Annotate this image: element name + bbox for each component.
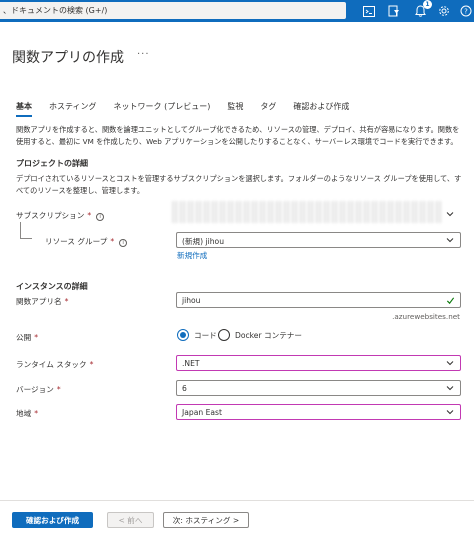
app-name-value: jihou [182, 296, 201, 305]
region-label-text: 地域 [16, 409, 32, 418]
version-value: 6 [182, 384, 187, 393]
tab-monitoring[interactable]: 監視 [227, 101, 243, 115]
page-title: 関数アプリの作成 [12, 50, 124, 66]
radio-selected-icon [177, 329, 189, 341]
domain-suffix: .azurewebsites.net [392, 312, 460, 321]
function-app-name-input[interactable]: jihou [176, 292, 461, 308]
resource-group-label: リソース グループ * i [45, 236, 128, 247]
directory-filter-icon[interactable] [386, 3, 402, 19]
required-marker: * [64, 297, 69, 306]
wizard-footer: 確認および作成 < 前へ 次: ホスティング > [0, 500, 474, 534]
runtime-stack-select[interactable]: .NET [176, 355, 461, 371]
chevron-down-icon [446, 386, 454, 391]
required-marker: * [56, 385, 61, 394]
app-name-label-text: 関数アプリ名 [16, 297, 62, 306]
svg-text:?: ? [464, 8, 468, 16]
resource-group-select[interactable]: (新規) jihou [176, 232, 461, 248]
intro-description: 関数アプリを作成すると、関数を論理ユニットとしてグループ化できるため、リソースの… [16, 125, 460, 146]
tab-tags[interactable]: タグ [260, 101, 276, 115]
chevron-down-icon [446, 212, 454, 217]
region-value: Japan East [182, 408, 222, 417]
resource-group-label-text: リソース グループ [45, 237, 108, 246]
version-label-text: バージョン [16, 385, 54, 394]
publish-code-radio[interactable]: コード [177, 329, 217, 341]
publish-code-label: コード [194, 330, 217, 340]
next-hosting-button[interactable]: 次: ホスティング > [163, 512, 249, 528]
version-select[interactable]: 6 [176, 380, 461, 396]
subscription-value-redacted [172, 201, 442, 223]
tab-basics[interactable]: 基本 [16, 101, 32, 117]
project-details-heading: プロジェクトの詳細 [16, 159, 88, 168]
more-options-icon[interactable]: ··· [137, 49, 150, 60]
runtime-label-text: ランタイム スタック [16, 360, 87, 369]
required-marker: * [89, 360, 94, 369]
publish-docker-radio[interactable]: Docker コンテナー [218, 329, 302, 341]
top-navigation-bar: 、ドキュメントの検索 (G+/) 1 ? [0, 0, 474, 22]
runtime-label: ランタイム スタック * [16, 359, 93, 370]
radio-unselected-icon [218, 329, 230, 341]
region-label: 地域 * [16, 408, 38, 419]
search-placeholder: 、ドキュメントの検索 (G+/) [3, 6, 108, 15]
notification-count-badge: 1 [423, 0, 432, 9]
tab-networking[interactable]: ネットワーク (プレビュー) [114, 101, 211, 115]
publish-docker-label: Docker コンテナー [235, 330, 302, 340]
subscription-label-text: サブスクリプション [16, 211, 85, 220]
required-marker: * [110, 237, 115, 246]
region-select[interactable]: Japan East [176, 404, 461, 420]
chevron-down-icon [446, 361, 454, 366]
resource-group-value: (新規) jihou [182, 237, 225, 246]
checkmark-icon [446, 297, 455, 305]
required-marker: * [87, 211, 92, 220]
app-name-label: 関数アプリ名 * [16, 296, 68, 307]
chevron-down-icon [446, 238, 454, 243]
global-search-input[interactable]: 、ドキュメントの検索 (G+/) [0, 2, 346, 19]
wizard-tabs: 基本 ホスティング ネットワーク (プレビュー) 監視 タグ 確認および作成 [16, 101, 366, 117]
tab-review-create[interactable]: 確認および作成 [293, 101, 349, 115]
tab-hosting[interactable]: ホスティング [49, 101, 97, 115]
tree-connector [20, 222, 32, 239]
subscription-label: サブスクリプション * i [16, 210, 105, 221]
publish-label: 公開 * [16, 332, 38, 343]
notifications-icon[interactable]: 1 [412, 0, 432, 19]
runtime-value: .NET [182, 359, 200, 368]
publish-label-text: 公開 [16, 333, 32, 342]
create-new-resource-group-link[interactable]: 新規作成 [177, 250, 207, 261]
required-marker: * [34, 333, 38, 342]
info-icon[interactable]: i [96, 213, 105, 221]
cloud-shell-icon[interactable] [361, 3, 377, 19]
version-label: バージョン * [16, 384, 61, 395]
project-details-description: デプロイされているリソースとコストを管理するサブスクリプションを選択します。フォ… [16, 174, 462, 195]
info-icon[interactable]: i [119, 239, 128, 247]
review-create-button[interactable]: 確認および作成 [12, 512, 93, 528]
help-icon[interactable]: ? [458, 3, 474, 19]
required-marker: * [34, 409, 38, 418]
previous-button[interactable]: < 前へ [107, 512, 154, 528]
instance-details-heading: インスタンスの詳細 [16, 282, 88, 291]
chevron-down-icon [446, 410, 454, 415]
settings-icon[interactable] [436, 3, 452, 19]
